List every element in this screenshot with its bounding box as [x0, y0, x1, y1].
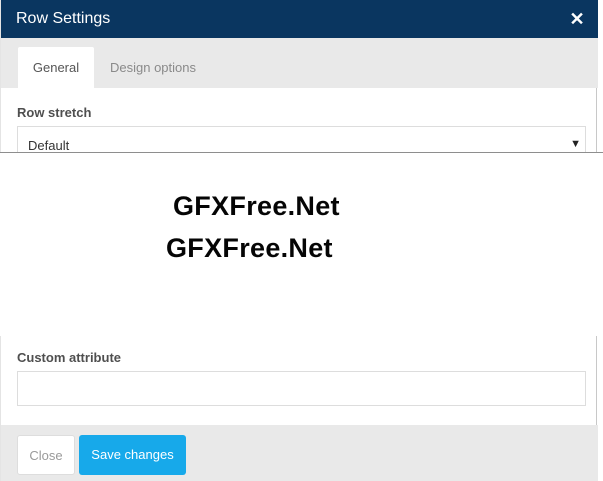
- watermark-text: GFXFree.Net: [173, 191, 340, 221]
- custom-attribute-input[interactable]: [17, 371, 586, 406]
- row-settings-dialog: Row Settings ✕ General Design options Ro…: [0, 0, 603, 481]
- save-changes-button[interactable]: Save changes: [79, 435, 186, 475]
- caret-down-icon: ▼: [570, 138, 581, 150]
- tab-bar: General Design options: [1, 38, 598, 88]
- watermark-overlay: GFXFree.Net GFXFree.Net: [0, 152, 603, 336]
- row-stretch-label: Row stretch: [17, 105, 92, 120]
- tab-design-options[interactable]: Design options: [102, 47, 204, 88]
- dialog-footer: Close Save changes: [1, 425, 598, 481]
- close-icon[interactable]: ✕: [569, 10, 585, 28]
- dialog-title: Row Settings: [16, 10, 111, 27]
- watermark-text: GFXFree.Net: [166, 233, 333, 263]
- row-stretch-select[interactable]: Default ▼: [17, 126, 586, 153]
- close-button[interactable]: Close: [17, 435, 75, 475]
- custom-attribute-label: Custom attribute: [17, 350, 121, 365]
- tab-general[interactable]: General: [18, 47, 94, 88]
- dialog-header: Row Settings ✕: [1, 0, 598, 38]
